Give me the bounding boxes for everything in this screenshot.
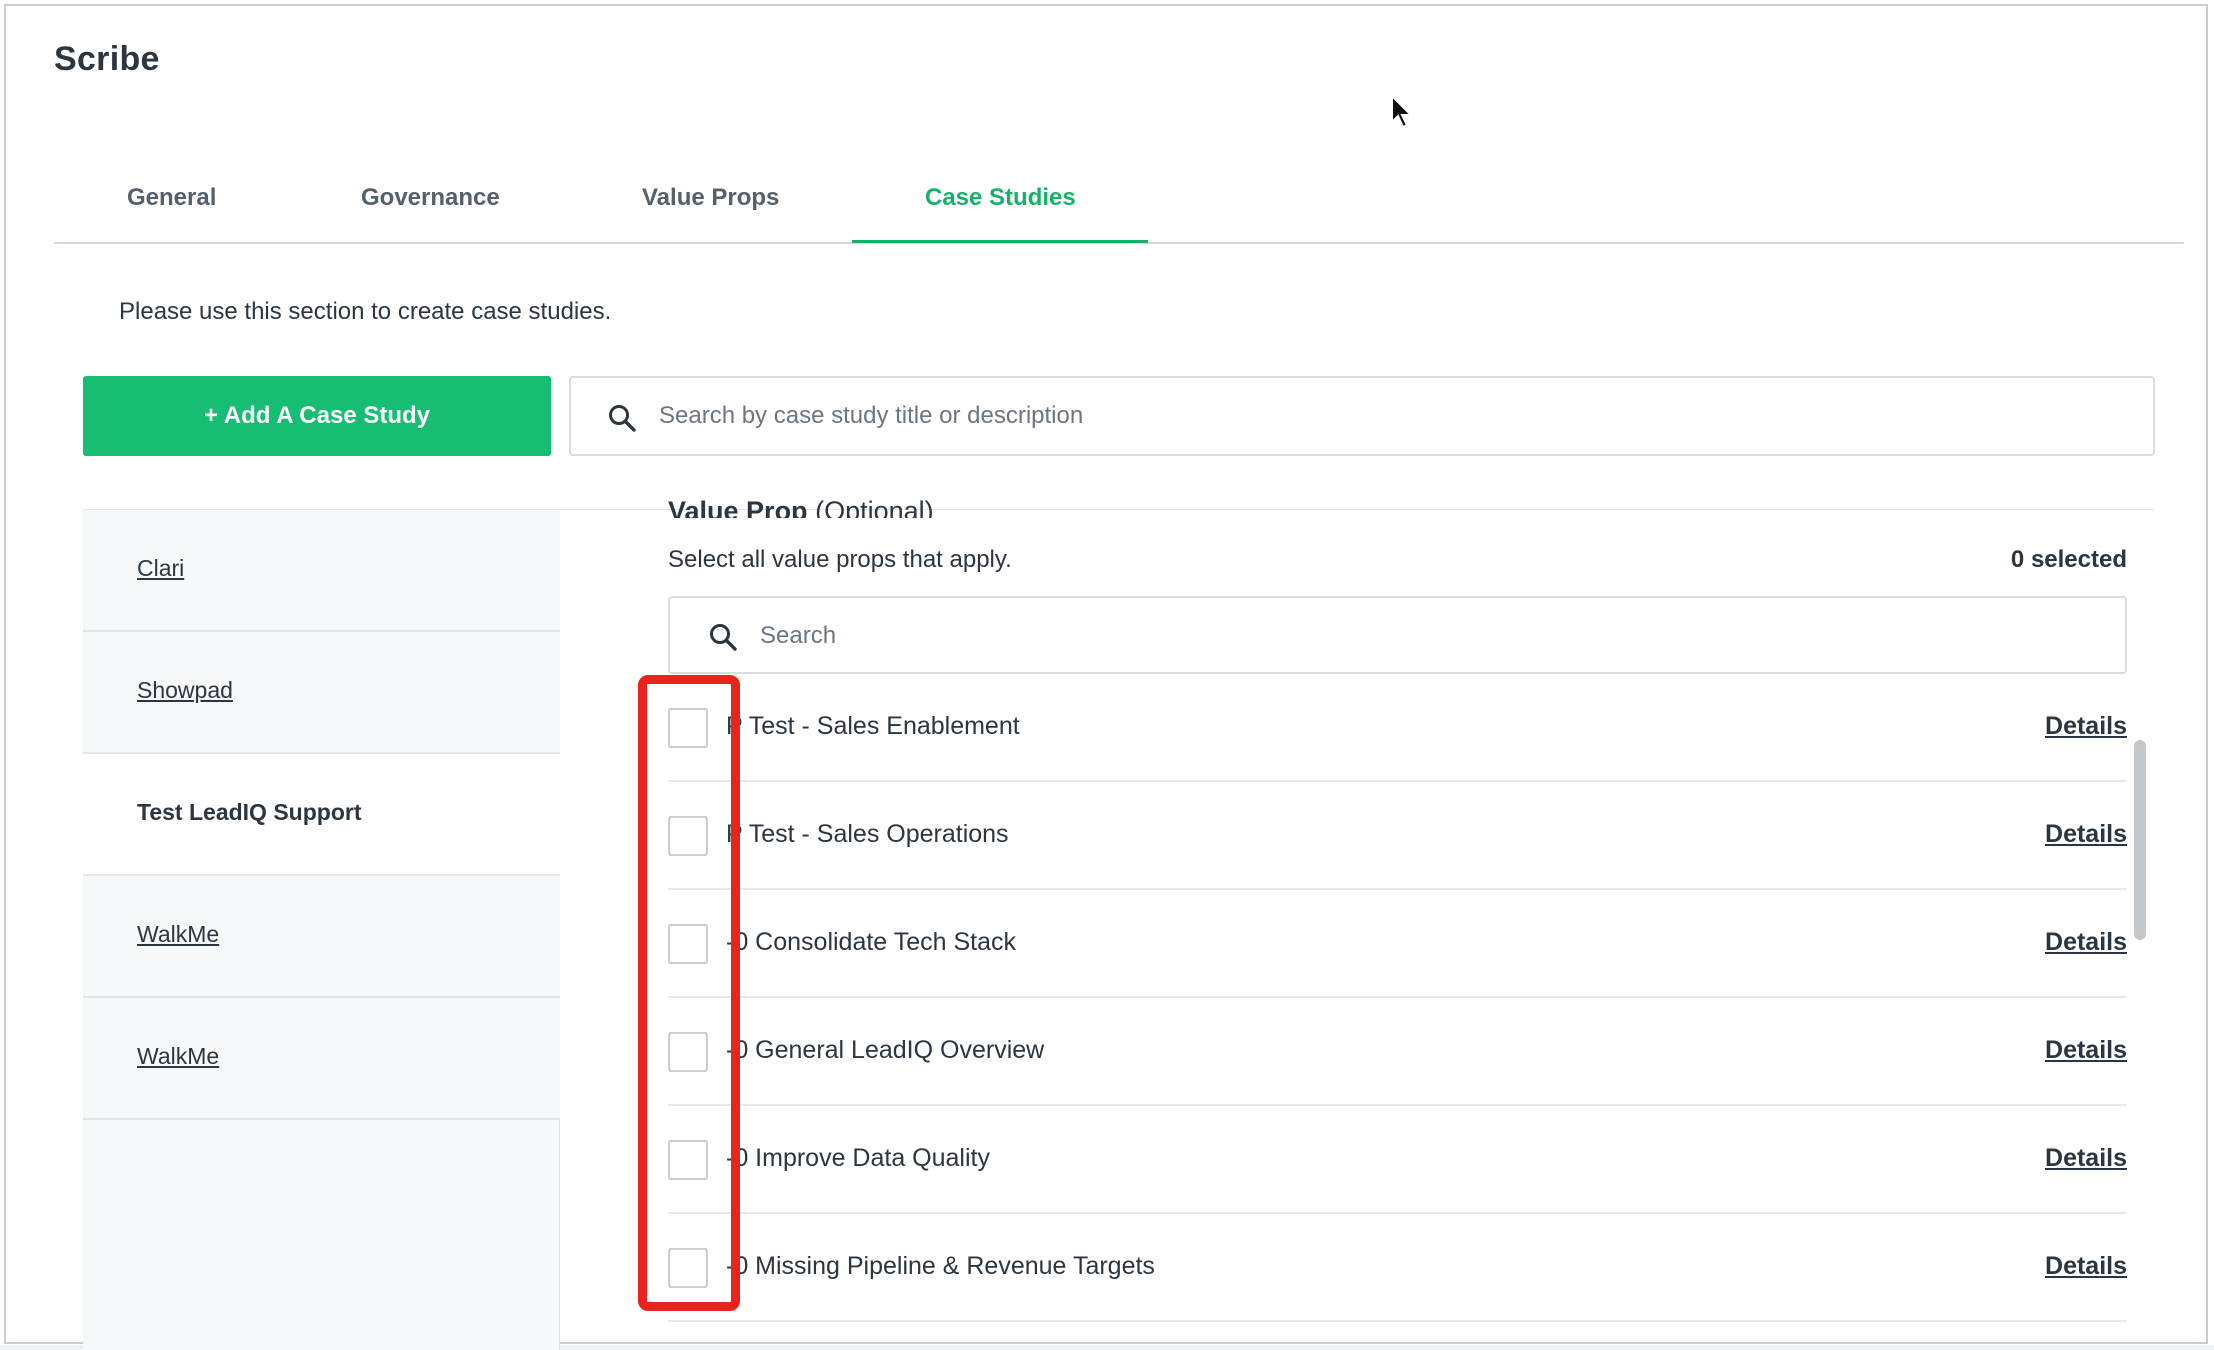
- tab-bar: General Governance Value Props Case Stud…: [54, 160, 2184, 244]
- sidebar-item-label[interactable]: Showpad: [137, 677, 233, 704]
- value-prop-row: -0 General LeadIQ Overview Details: [668, 998, 2127, 1106]
- value-prop-search: [668, 596, 2127, 674]
- value-prop-row: -0 Consolidate Tech Stack Details: [668, 890, 2127, 998]
- details-link[interactable]: Details: [2045, 1036, 2127, 1065]
- sidebar-item-showpad[interactable]: Showpad: [83, 632, 560, 754]
- value-prop-optional: (Optional): [815, 496, 934, 518]
- value-prop-row: P Test - Sales Enablement Details: [668, 674, 2127, 782]
- value-prop-search-input[interactable]: [760, 616, 2060, 656]
- case-study-list: Clari Showpad Test LeadIQ Support WalkMe…: [83, 510, 560, 1350]
- tab-governance[interactable]: Governance: [361, 184, 500, 212]
- tab-case-studies[interactable]: Case Studies: [925, 184, 1076, 212]
- sidebar-item-test-leadiq-support[interactable]: Test LeadIQ Support: [83, 754, 560, 876]
- details-link[interactable]: Details: [2045, 712, 2127, 741]
- mouse-cursor-icon: [1391, 94, 1414, 129]
- case-study-search: [569, 376, 2155, 456]
- sidebar-item-walkme[interactable]: WalkMe: [83, 876, 560, 998]
- details-link[interactable]: Details: [2045, 928, 2127, 957]
- search-icon: [609, 405, 636, 432]
- search-icon: [710, 624, 737, 651]
- value-prop-name: -0 Consolidate Tech Stack: [726, 928, 1016, 956]
- value-prop-title: Value Prop: [668, 496, 808, 518]
- sidebar-item-label: Test LeadIQ Support: [137, 799, 362, 825]
- tab-general[interactable]: General: [127, 184, 216, 212]
- tab-value-props[interactable]: Value Props: [642, 184, 779, 212]
- value-prop-instructions: Select all value props that apply.: [668, 546, 1012, 573]
- sidebar-item-label[interactable]: WalkMe: [137, 1043, 219, 1070]
- details-link[interactable]: Details: [2045, 820, 2127, 849]
- value-prop-row: P Test - Sales Operations Details: [668, 782, 2127, 890]
- intro-text: Please use this section to create case s…: [119, 298, 612, 325]
- value-prop-name: -0 Missing Pipeline & Revenue Targets: [726, 1252, 1155, 1280]
- value-prop-name: P Test - Sales Enablement: [726, 712, 1020, 740]
- sidebar-item-label[interactable]: WalkMe: [137, 921, 219, 948]
- value-prop-heading: Value Prop (Optional): [668, 496, 934, 518]
- selected-count: 0 selected: [2010, 546, 2127, 573]
- details-link[interactable]: Details: [2045, 1252, 2127, 1281]
- value-prop-scrollbar[interactable]: [2134, 740, 2146, 940]
- details-link[interactable]: Details: [2045, 1144, 2127, 1173]
- value-prop-name: -0 General LeadIQ Overview: [726, 1036, 1045, 1064]
- sidebar-item-clari[interactable]: Clari: [83, 510, 560, 632]
- value-prop-name: P Test - Sales Operations: [726, 820, 1009, 848]
- value-prop-row: -0 Missing Pipeline & Revenue Targets De…: [668, 1214, 2127, 1322]
- case-study-search-input[interactable]: [659, 396, 2109, 436]
- add-case-study-button[interactable]: + Add A Case Study: [83, 376, 551, 456]
- sidebar-item-walkme-2[interactable]: WalkMe: [83, 998, 560, 1120]
- app-title: Scribe: [54, 40, 160, 78]
- value-prop-row: -0 Improve Data Quality Details: [668, 1106, 2127, 1214]
- sidebar-item-label[interactable]: Clari: [137, 555, 184, 582]
- value-prop-name: -0 Improve Data Quality: [726, 1144, 990, 1172]
- checkbox-highlight-annotation: [638, 675, 740, 1311]
- active-tab-indicator: [852, 240, 1148, 243]
